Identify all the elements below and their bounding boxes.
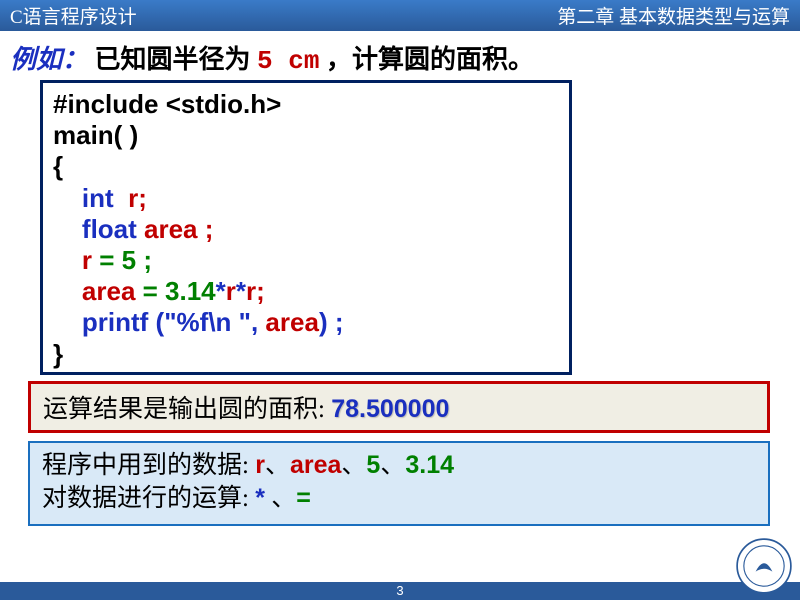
d-pi: 3.14 <box>405 451 454 479</box>
op-mul2: * <box>236 276 246 306</box>
brace-open: { <box>53 151 63 181</box>
arg-area: area <box>258 307 319 337</box>
data-label-2: 对数据进行的运算: <box>42 485 255 512</box>
data-line-2: 对数据进行的运算: * 、= <box>42 482 756 516</box>
header-left: C语言程序设计 <box>10 2 137 29</box>
op-mul1: * <box>216 276 226 306</box>
op-eq: = <box>296 484 311 512</box>
result-box: 运算结果是输出圆的面积: 78.500000 <box>28 381 770 433</box>
printf-close: ) ; <box>319 307 344 337</box>
var-r2: r <box>226 276 236 306</box>
data-label-1: 程序中用到的数据: <box>42 452 255 479</box>
d-area: area <box>290 451 341 479</box>
sep2: 、 <box>341 452 366 479</box>
code-l3: { <box>53 151 559 182</box>
code-l9: } <box>53 339 559 370</box>
d-r: r <box>255 451 265 479</box>
example-label: 例如： <box>10 45 88 74</box>
code-l5: float area ; <box>53 214 559 245</box>
sep3: 、 <box>380 452 405 479</box>
var-area: area <box>82 276 136 306</box>
code-l1: #include <stdio.h> <box>53 89 559 120</box>
code-l2: main( ) <box>53 120 559 151</box>
code-l7: area = 3.14*r*r; <box>53 276 559 307</box>
example-radius: 5 cm <box>257 46 319 76</box>
university-logo-icon <box>736 538 792 594</box>
var-area-decl: area ; <box>137 214 214 244</box>
slide-content: 例如： 已知圆半径为 5 cm ，计算圆的面积。 #include <stdio… <box>0 31 800 526</box>
brace-close: } <box>53 339 63 369</box>
printf: printf ("%f\n ", <box>82 307 258 337</box>
data-line-1: 程序中用到的数据: r、area、5、3.14 <box>42 449 756 483</box>
code-box: #include <stdio.h> main( ) { int r; floa… <box>40 80 572 375</box>
example-text-1: 已知圆半径为 <box>95 45 251 74</box>
data-box: 程序中用到的数据: r、area、5、3.14 对数据进行的运算: * 、= <box>28 441 770 527</box>
var-r: r <box>82 245 92 275</box>
code-l6: r = 5 ; <box>53 245 559 276</box>
slide-footer: 3 <box>0 582 800 600</box>
sep4: 、 <box>265 485 296 512</box>
header-right: 第二章 基本数据类型与运算 <box>557 2 790 29</box>
result-value: 78.500000 <box>331 395 449 423</box>
kw-float: float <box>82 214 137 244</box>
page-number: 3 <box>396 583 403 598</box>
include: #include <stdio.h> <box>53 89 281 119</box>
slide-header: C语言程序设计 第二章 基本数据类型与运算 <box>0 0 800 31</box>
example-line: 例如： 已知圆半径为 5 cm ，计算圆的面积。 <box>10 39 790 76</box>
op-star: * <box>255 484 265 512</box>
val-pi: = 3.14 <box>135 276 215 306</box>
var-r-decl: r; <box>114 183 147 213</box>
code-l8: printf ("%f\n ", area) ; <box>53 307 559 338</box>
d-5: 5 <box>366 451 380 479</box>
code-l4: int r; <box>53 183 559 214</box>
result-label: 运算结果是输出圆的面积: <box>43 396 331 423</box>
kw-int: int <box>82 183 114 213</box>
sep1: 、 <box>265 452 290 479</box>
main: main( ) <box>53 120 138 150</box>
var-r3: r; <box>246 276 265 306</box>
assign-5: = 5 ; <box>92 245 152 275</box>
example-text-2: ，计算圆的面积。 <box>326 45 534 74</box>
